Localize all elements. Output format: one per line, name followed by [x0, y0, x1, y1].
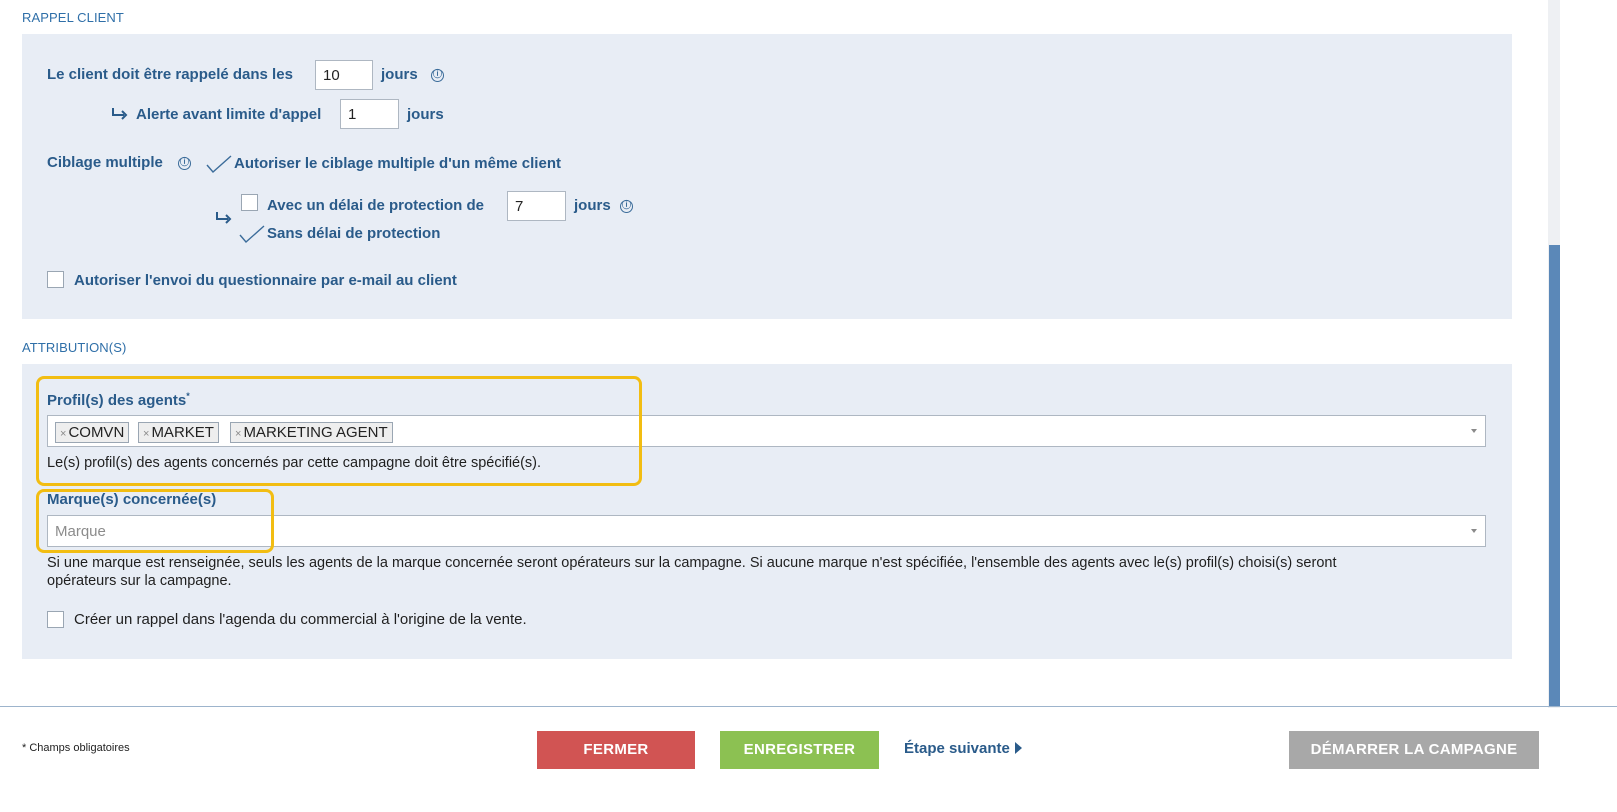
call-delay-label: Le client doit être rappelé dans les — [47, 66, 293, 83]
brand-select[interactable]: Marque — [47, 515, 1486, 547]
alert-delay-label: Alerte avant limite d'appel — [136, 106, 322, 123]
call-delay-unit: jours — [381, 66, 418, 83]
multi-targeting-option: Autoriser le ciblage multiple d'un même … — [234, 155, 561, 172]
protection-delay-label: Avec un délai de protection de — [267, 197, 484, 214]
tag-remove-icon[interactable]: × — [235, 428, 241, 440]
protection-delay-input[interactable] — [507, 191, 566, 221]
sub-arrow-icon — [216, 212, 232, 224]
agent-profiles-help: Le(s) profil(s) des agents concernés par… — [47, 455, 542, 471]
brand-placeholder: Marque — [55, 523, 106, 540]
no-protection-label: Sans délai de protection — [267, 225, 441, 242]
chevron-down-icon[interactable] — [1471, 529, 1477, 533]
protection-delay-unit: jours — [574, 197, 611, 214]
tag-remove-icon[interactable]: × — [143, 428, 149, 440]
multi-targeting-label: Ciblage multiple — [47, 154, 163, 171]
no-protection-checkmark-icon[interactable] — [238, 224, 266, 244]
profile-tag-label: MARKET — [151, 424, 214, 441]
section-title-attribution: ATTRIBUTION(S) — [22, 340, 127, 355]
profile-tag[interactable]: × MARKET — [138, 422, 219, 443]
sub-arrow-icon — [112, 108, 128, 120]
brand-help-line-2: opérateurs sur la campagne. — [47, 573, 232, 589]
section-title-rappel-client: RAPPEL CLIENT — [22, 10, 124, 25]
scrollbar-thumb[interactable] — [1549, 245, 1560, 707]
agenda-reminder-label: Créer un rappel dans l'agenda du commerc… — [74, 611, 527, 628]
chevron-down-icon[interactable] — [1471, 429, 1477, 433]
alert-delay-unit: jours — [407, 106, 444, 123]
profile-tag[interactable]: × COMVN — [55, 422, 130, 443]
info-icon[interactable]: ⓘ — [431, 69, 444, 82]
call-delay-input[interactable] — [315, 60, 373, 90]
email-questionnaire-checkbox[interactable] — [47, 271, 64, 288]
required-fields-note: * Champs obligatoires — [22, 742, 130, 754]
info-icon[interactable]: ⓘ — [620, 200, 633, 213]
close-button[interactable]: FERMER — [537, 731, 695, 769]
footer-divider — [0, 706, 1617, 707]
start-campaign-button[interactable]: DÉMARRER LA CAMPAGNE — [1289, 731, 1539, 769]
profile-tag[interactable]: × MARKETING AGENT — [230, 422, 393, 443]
play-arrow-icon — [1014, 742, 1022, 754]
agenda-reminder-checkbox[interactable] — [47, 611, 64, 628]
info-icon[interactable]: ⓘ — [178, 157, 191, 170]
brand-label: Marque(s) concernée(s) — [47, 491, 217, 508]
profile-tag-label: MARKETING AGENT — [243, 424, 388, 441]
protection-delay-checkbox[interactable] — [241, 194, 258, 211]
save-button[interactable]: ENREGISTRER — [720, 731, 879, 769]
agent-profiles-select[interactable]: × COMVN × MARKET × MARKETING AGENT — [47, 415, 1486, 447]
next-step-link[interactable]: Étape suivante — [904, 740, 1022, 757]
alert-delay-input[interactable] — [340, 99, 399, 129]
next-step-label: Étape suivante — [904, 740, 1010, 757]
multi-targeting-checkmark-icon[interactable] — [205, 154, 233, 174]
email-questionnaire-label: Autoriser l'envoi du questionnaire par e… — [74, 272, 457, 289]
required-asterisk: * — [186, 391, 190, 401]
profile-tag-label: COMVN — [68, 424, 125, 441]
brand-help-line-1: Si une marque est renseignée, seuls les … — [47, 555, 1337, 571]
tag-remove-icon[interactable]: × — [60, 428, 66, 440]
agent-profiles-label: Profil(s) des agents* — [47, 391, 190, 409]
